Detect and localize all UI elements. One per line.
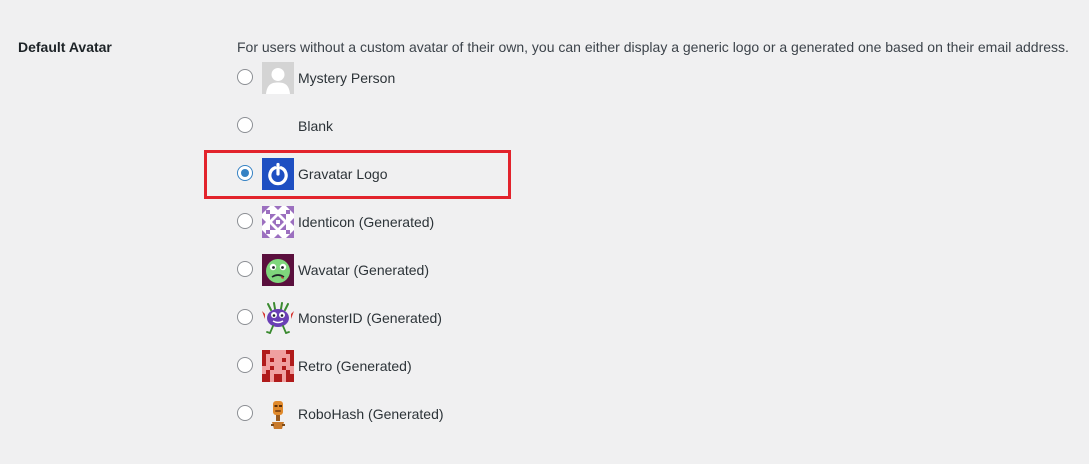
mystery-person-icon (262, 62, 294, 94)
avatar-option-blank[interactable]: Blank (236, 110, 836, 158)
identicon-icon (262, 206, 294, 238)
option-label-monsterid: MonsterID (Generated) (298, 310, 442, 326)
option-label-identicon: Identicon (Generated) (298, 214, 435, 230)
radio-mystery-person[interactable] (237, 69, 253, 85)
avatar-option-gravatar-logo[interactable]: Gravatar Logo (236, 158, 836, 206)
option-label-blank: Blank (298, 118, 334, 134)
setting-label: Default Avatar (18, 39, 112, 55)
radio-monsterid[interactable] (237, 309, 253, 325)
avatar-option-identicon[interactable]: Identicon (Generated) (236, 206, 836, 254)
option-label-retro: Retro (Generated) (298, 358, 412, 374)
option-label-robohash: RoboHash (Generated) (298, 406, 444, 422)
radio-identicon[interactable] (237, 213, 253, 229)
option-label-mystery-person: Mystery Person (298, 70, 396, 86)
avatar-option-robohash[interactable]: RoboHash (Generated) (236, 398, 836, 446)
option-label-gravatar-logo: Gravatar Logo (298, 166, 388, 182)
avatar-option-wavatar[interactable]: Wavatar (Generated) (236, 254, 836, 302)
avatar-option-mystery-person[interactable]: Mystery Person (236, 62, 836, 110)
default-avatar-setting: Default Avatar For users without a custo… (0, 0, 1089, 464)
retro-icon (262, 350, 294, 382)
radio-gravatar-logo[interactable] (237, 165, 253, 181)
radio-retro[interactable] (237, 357, 253, 373)
avatar-option-monsterid[interactable]: MonsterID (Generated) (236, 302, 836, 350)
avatar-option-retro[interactable]: Retro (Generated) (236, 350, 836, 398)
gravatar-logo-icon (262, 158, 294, 190)
monsterid-icon (262, 302, 294, 334)
radio-blank[interactable] (237, 117, 253, 133)
avatar-options: Mystery Person Blank Gravatar Logo Ident… (236, 62, 836, 446)
radio-robohash[interactable] (237, 405, 253, 421)
wavatar-icon (262, 254, 294, 286)
blank-icon (262, 110, 294, 142)
option-label-wavatar: Wavatar (Generated) (298, 262, 429, 278)
radio-wavatar[interactable] (237, 261, 253, 277)
setting-description: For users without a custom avatar of the… (237, 39, 1069, 55)
robohash-icon (262, 398, 294, 430)
